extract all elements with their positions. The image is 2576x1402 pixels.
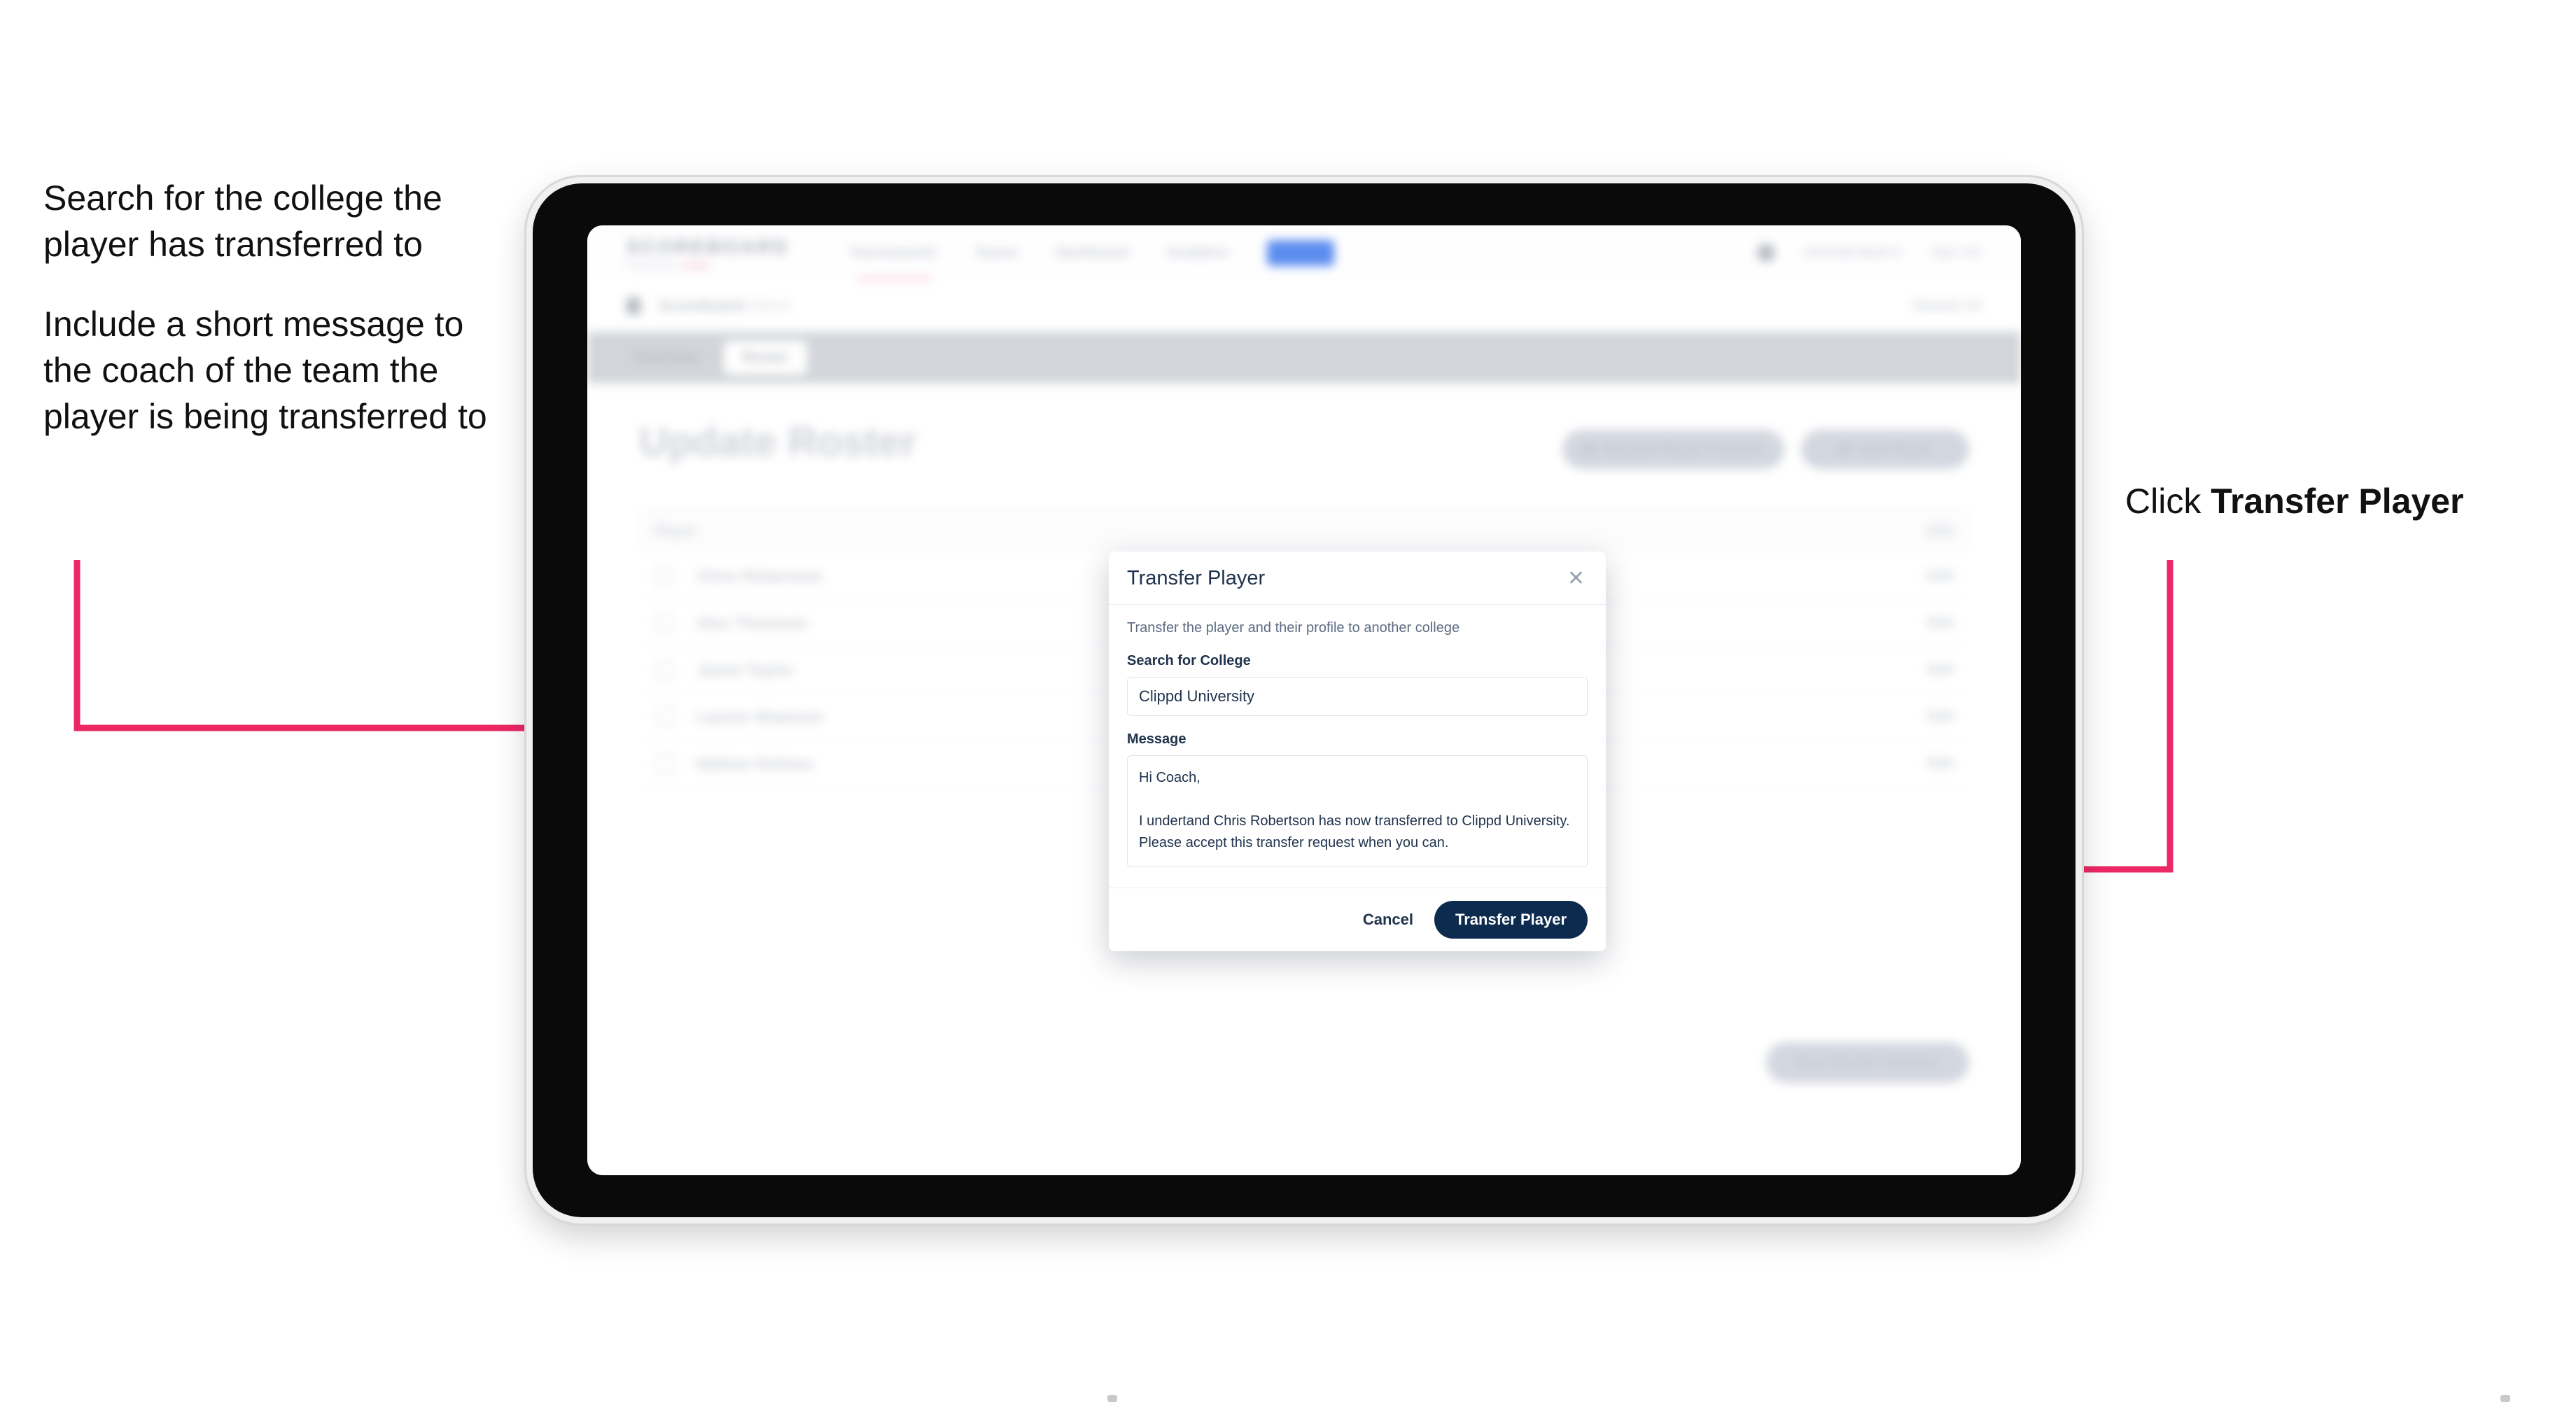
- app-navbar: SCOREBOARD Powered by clippd Tournaments…: [587, 225, 2021, 280]
- table-header-row: Player Edit: [639, 510, 1969, 553]
- logo-sub-prefix: Powered by: [626, 260, 681, 270]
- pencil-icon: [1905, 663, 1919, 677]
- nav-link-tournaments[interactable]: Tournaments: [849, 245, 937, 261]
- breadcrumb-icon: [626, 297, 640, 314]
- pencil-icon: [1905, 569, 1919, 583]
- column-header-player: Player: [654, 523, 697, 539]
- transfer-player-dialog: Transfer Player ✕ Transfer the player an…: [1109, 552, 1606, 951]
- dialog-header: Transfer Player ✕: [1109, 552, 1606, 605]
- row-checkbox[interactable]: [654, 659, 676, 680]
- tab-roster[interactable]: Roster: [724, 341, 807, 374]
- field-spacer: [1127, 716, 1588, 731]
- player-name: Lauren Shannon: [696, 707, 824, 726]
- annotation-search-college: Search for the college the player has tr…: [43, 178, 442, 264]
- row-checkbox[interactable]: [654, 566, 676, 587]
- left-annotation-block: Search for the college the player has tr…: [43, 175, 491, 440]
- dialog-body: Transfer the player and their profile to…: [1109, 605, 1606, 888]
- dialog-footer: Cancel Transfer Player: [1109, 888, 1606, 951]
- annotation-include-message: Include a short message to the coach of …: [43, 304, 487, 436]
- dialog-description: Transfer the player and their profile to…: [1127, 620, 1460, 636]
- edit-label: Edit: [1927, 708, 1954, 724]
- logo-text: SCOREBOARD: [626, 235, 790, 258]
- message-textarea[interactable]: [1127, 755, 1588, 867]
- add-player-button[interactable]: Add Player: [1801, 430, 1969, 469]
- search-college-input[interactable]: [1127, 677, 1588, 716]
- pencil-icon: [1905, 757, 1919, 771]
- tab-overview[interactable]: Overview: [615, 341, 717, 374]
- pencil-icon: [1905, 710, 1919, 724]
- request-player-transfer-button[interactable]: Request Player Transfer: [1562, 430, 1784, 469]
- breadcrumb: Scoreboard Admin Season 24: [587, 280, 2021, 332]
- device-bezel: SCOREBOARD Powered by clippd Tournaments…: [533, 183, 2076, 1217]
- cancel-button[interactable]: Cancel: [1359, 910, 1418, 930]
- app-logo[interactable]: SCOREBOARD Powered by clippd: [626, 236, 789, 270]
- edit-label: Edit: [1927, 615, 1954, 631]
- plus-icon: [1838, 444, 1850, 455]
- player-name: Nathan Holmes: [696, 754, 814, 773]
- navbar-links: Tournaments Teams Dashboard Analytics Ad…: [849, 239, 1335, 266]
- edit-label: Edit: [1927, 661, 1954, 678]
- save-roster-updates-button[interactable]: Save Roster Updates: [1766, 1042, 1969, 1083]
- right-annotation-block: Click Transfer Player: [2125, 479, 2464, 524]
- breadcrumb-title: Scoreboard Admin: [659, 297, 792, 315]
- edit-button[interactable]: Edit: [1905, 568, 1954, 584]
- transfer-icon: [1583, 444, 1595, 455]
- row-checkbox[interactable]: [654, 612, 676, 633]
- dialog-title: Transfer Player: [1127, 567, 1266, 589]
- pencil-icon: [1905, 616, 1919, 630]
- transfer-player-submit-button[interactable]: Transfer Player: [1434, 901, 1588, 939]
- logo-subtext: Powered by clippd: [626, 260, 789, 270]
- navbar-user-area: admin@clippd.io Sign Out: [1757, 244, 1982, 262]
- nav-link-analytics[interactable]: Analytics: [1167, 245, 1229, 261]
- player-name: Chris Robertson: [696, 566, 823, 585]
- message-label: Message: [1127, 731, 1186, 747]
- device-speaker-right: [2500, 1395, 2510, 1402]
- close-icon[interactable]: ✕: [1564, 568, 1588, 589]
- sign-out-link[interactable]: Sign Out: [1930, 245, 1982, 260]
- breadcrumb-title-text: Scoreboard: [659, 296, 745, 314]
- edit-button[interactable]: Edit: [1905, 709, 1954, 725]
- annotation-click-target: Transfer Player: [2211, 482, 2464, 521]
- avatar[interactable]: [1757, 244, 1776, 262]
- request-player-transfer-label: Request Player Transfer: [1603, 441, 1763, 457]
- device-screen: SCOREBOARD Powered by clippd Tournaments…: [587, 225, 2021, 1175]
- edit-label: Edit: [1927, 568, 1954, 584]
- edit-button[interactable]: Edit: [1905, 756, 1954, 772]
- nav-link-dashboard[interactable]: Dashboard: [1056, 245, 1128, 261]
- player-name: Jamie Taylor: [696, 660, 794, 679]
- save-roster-updates-label: Save Roster Updates: [1793, 1054, 1942, 1070]
- tab-bar: Overview Roster: [587, 332, 2021, 384]
- search-college-label: Search for College: [1127, 653, 1251, 668]
- edit-button[interactable]: Edit: [1905, 662, 1954, 678]
- annotation-click-prefix: Click: [2125, 482, 2211, 521]
- player-name: Alex Thomson: [696, 613, 808, 632]
- breadcrumb-season[interactable]: Season 24: [1912, 297, 1982, 314]
- nav-link-admin[interactable]: Admin: [1266, 239, 1335, 266]
- column-header-edit: Edit: [1927, 523, 1954, 539]
- logo-sub-brand: clippd: [680, 260, 710, 270]
- page-actions: Request Player Transfer Add Player: [1562, 430, 1969, 469]
- edit-label: Edit: [1927, 755, 1954, 771]
- add-player-label: Add Player: [1858, 441, 1932, 457]
- device-speaker-left: [1107, 1395, 1117, 1402]
- row-checkbox[interactable]: [654, 706, 676, 727]
- edit-button[interactable]: Edit: [1905, 615, 1954, 631]
- nav-link-teams[interactable]: Teams: [974, 245, 1018, 261]
- user-email: admin@clippd.io: [1803, 245, 1903, 260]
- breadcrumb-subtitle-text: Admin: [748, 296, 792, 314]
- row-checkbox[interactable]: [654, 753, 676, 774]
- tablet-device-frame: SCOREBOARD Powered by clippd Tournaments…: [526, 177, 2510, 1402]
